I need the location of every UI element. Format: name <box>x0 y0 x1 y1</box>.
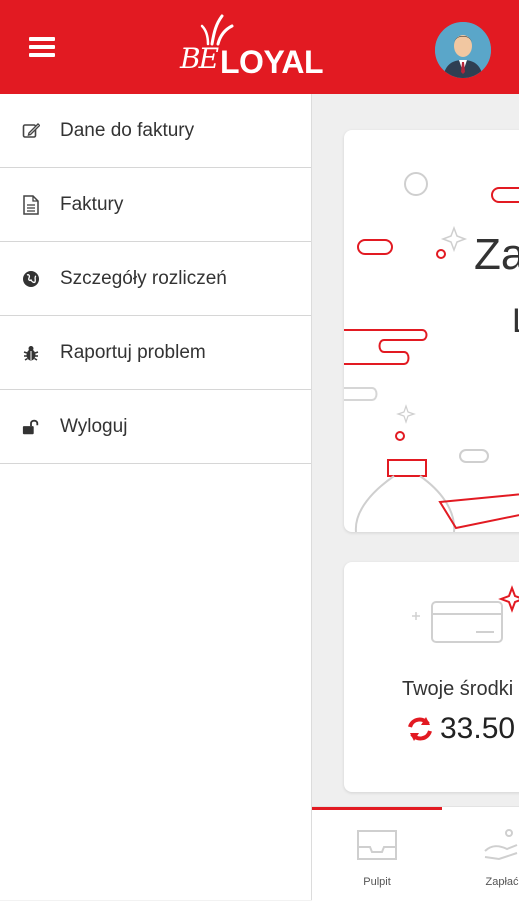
refresh-icon[interactable] <box>406 715 434 743</box>
bottom-navigation: Pulpit Zapłać <box>312 806 519 901</box>
card-illustration <box>412 585 519 643</box>
menu-item-invoices[interactable]: Faktury <box>0 168 311 242</box>
nav-label-zaplac: Zapłać <box>485 876 519 888</box>
avatar-person-icon <box>435 22 491 78</box>
greeting-text: Za <box>474 230 519 279</box>
menu-item-report-problem[interactable]: Raportuj problem <box>0 316 311 390</box>
funds-card: Twoje środki 33.50 <box>344 562 519 792</box>
welcome-illustration <box>344 172 519 532</box>
menu-label: Dane do faktury <box>60 119 195 141</box>
side-drawer-menu: Dane do faktury Faktury Szczegóły rozlic… <box>0 94 312 900</box>
greeting-text-line2: L <box>512 302 519 341</box>
nav-label-pulpit: Pulpit <box>363 876 391 888</box>
bug-icon <box>22 344 40 362</box>
active-tab-indicator <box>312 807 442 810</box>
pay-hand-icon <box>484 829 518 861</box>
funds-row: 33.50 <box>406 712 515 746</box>
user-avatar[interactable] <box>433 20 493 80</box>
logo-loyal-text: LOYAL <box>220 44 324 80</box>
menu-item-logout[interactable]: Wyloguj <box>0 390 311 464</box>
welcome-card: Za L <box>344 130 519 532</box>
menu-label: Raportuj problem <box>60 341 206 363</box>
globe-icon <box>22 270 40 288</box>
app-header: BE LOYAL <box>0 0 519 94</box>
menu-item-invoice-data[interactable]: Dane do faktury <box>0 94 311 168</box>
dashboard-content: Za L Twoje środki 33.50 <box>312 94 519 806</box>
funds-value: 33.50 <box>440 712 516 745</box>
nav-item-zaplac[interactable]: Zapłać <box>457 823 519 888</box>
menu-label: Szczegóły rozliczeń <box>60 267 227 289</box>
nav-item-pulpit[interactable]: Pulpit <box>332 823 422 888</box>
logo-be-text: BE <box>180 42 219 75</box>
funds-label: Twoje środki <box>402 678 514 700</box>
edit-icon <box>22 122 40 140</box>
menu-label: Faktury <box>60 193 124 215</box>
menu-label: Wyloguj <box>60 415 128 437</box>
hamburger-menu-icon[interactable] <box>29 37 55 57</box>
beloyal-logo: BE LOYAL <box>180 14 340 84</box>
unlock-icon <box>22 418 40 436</box>
inbox-icon <box>357 830 397 860</box>
document-icon <box>22 194 40 215</box>
menu-item-settlement-details[interactable]: Szczegóły rozliczeń <box>0 242 311 316</box>
